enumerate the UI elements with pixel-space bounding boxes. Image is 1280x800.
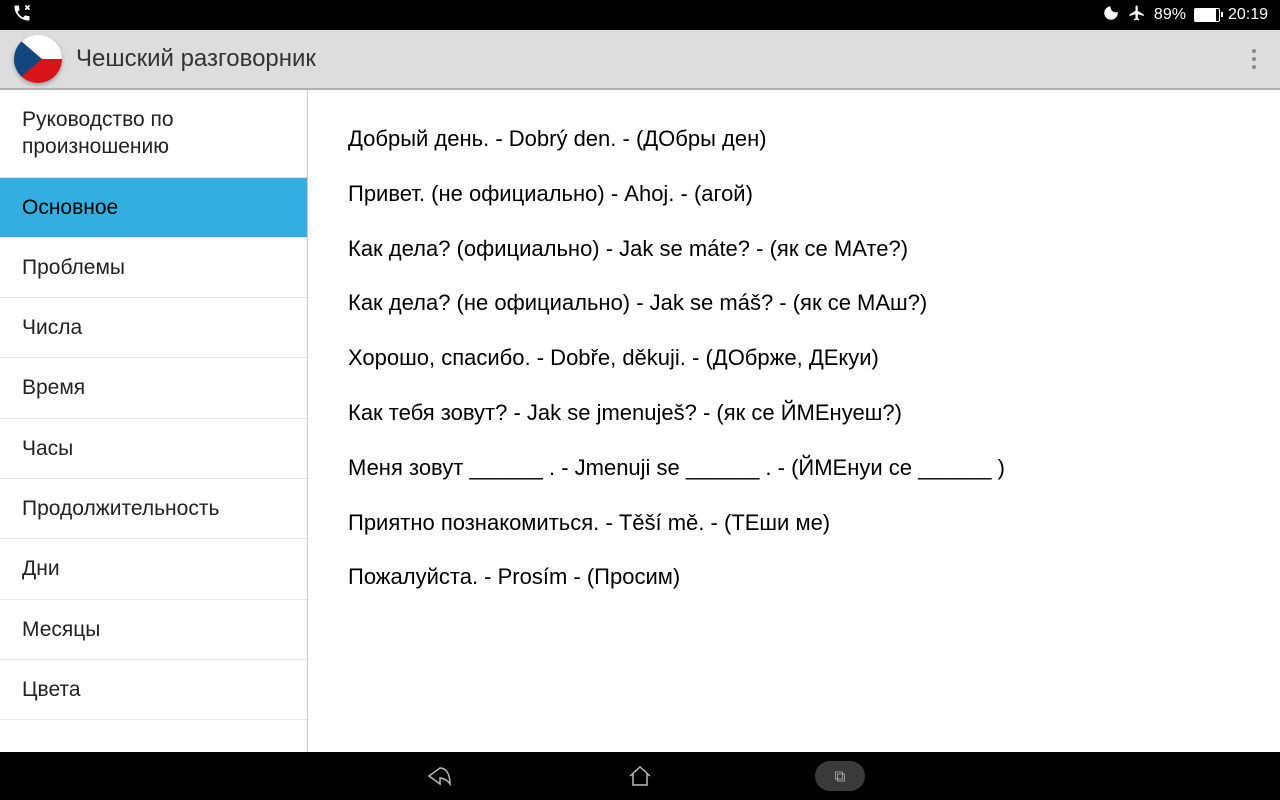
sidebar-item[interactable]: Дни <box>0 539 307 599</box>
phrase-row: Как дела? (не официально) - Jak se máš? … <box>348 276 1240 331</box>
content-panel: Добрый день. - Dobrý den. - (ДОбры ден)П… <box>308 90 1280 752</box>
do-not-disturb-icon <box>1102 4 1120 27</box>
app-header: Чешский разговорник <box>0 30 1280 90</box>
status-bar: 89% 20:19 <box>0 0 1280 30</box>
system-nav-bar <box>0 752 1280 800</box>
home-button[interactable] <box>615 761 665 791</box>
recent-apps-button[interactable] <box>815 761 865 791</box>
battery-icon <box>1194 8 1220 22</box>
sidebar-item[interactable]: Цвета <box>0 660 307 720</box>
czech-flag-icon <box>14 35 62 83</box>
phrase-row: Привет. (не официально) - Ahoj. - (агой) <box>348 167 1240 222</box>
phrase-row: Пожалуйста. - Prosím - (Просим) <box>348 550 1240 605</box>
sidebar-item[interactable]: Числа <box>0 298 307 358</box>
battery-percent: 89% <box>1154 6 1186 24</box>
sidebar-item[interactable]: Основное <box>0 178 307 238</box>
sidebar-item[interactable]: Время <box>0 358 307 418</box>
sidebar-item[interactable]: Руководство по произношению <box>0 90 307 178</box>
phrase-row: Хорошо, спасибо. - Dobře, děkuji. - (ДОб… <box>348 331 1240 386</box>
sidebar: Руководство по произношениюОсновноеПробл… <box>0 90 308 752</box>
sidebar-item[interactable]: Часы <box>0 419 307 479</box>
phrase-row: Приятно познакомиться. - Těší mě. - (ТЕш… <box>348 496 1240 551</box>
sidebar-item[interactable]: Месяцы <box>0 600 307 660</box>
phrase-row: Как тебя зовут? - Jak se jmenuješ? - (як… <box>348 386 1240 441</box>
app-body: Руководство по произношениюОсновноеПробл… <box>0 90 1280 752</box>
app-title: Чешский разговорник <box>76 45 316 73</box>
phrase-row: Как дела? (официально) - Jak se máte? - … <box>348 222 1240 277</box>
phrase-row: Меня зовут ______ . - Jmenuji se ______ … <box>348 441 1240 496</box>
sidebar-item[interactable]: Проблемы <box>0 238 307 298</box>
overflow-menu-button[interactable] <box>1242 44 1266 74</box>
airplane-mode-icon <box>1128 4 1146 27</box>
clock: 20:19 <box>1228 6 1268 24</box>
sidebar-item[interactable]: Продолжительность <box>0 479 307 539</box>
phrase-row: Добрый день. - Dobrý den. - (ДОбры ден) <box>348 112 1240 167</box>
back-button[interactable] <box>415 761 465 791</box>
phone-missed-icon <box>12 3 32 28</box>
